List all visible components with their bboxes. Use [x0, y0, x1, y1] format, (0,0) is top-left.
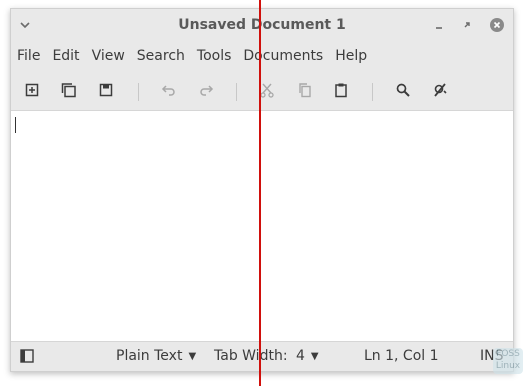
red-vertical-line: [259, 0, 261, 386]
replace-icon[interactable]: [429, 79, 451, 101]
menu-view[interactable]: View: [86, 46, 131, 66]
save-icon[interactable]: [95, 79, 117, 101]
copy-icon[interactable]: [294, 79, 316, 101]
menu-edit[interactable]: Edit: [46, 46, 85, 66]
chevron-down-icon: ▼: [310, 351, 319, 362]
menu-help[interactable]: Help: [329, 46, 373, 66]
toolbar: [11, 71, 513, 109]
open-icon[interactable]: [58, 79, 80, 101]
text-editor-area[interactable]: [11, 110, 513, 342]
menu-documents[interactable]: Documents: [237, 46, 329, 66]
text-cursor: [15, 117, 16, 133]
redo-icon[interactable]: [195, 79, 217, 101]
toolbar-separator: [236, 83, 237, 101]
menu-tools[interactable]: Tools: [191, 46, 238, 66]
tab-width-label: Tab Width:: [214, 348, 288, 364]
search-icon[interactable]: [392, 79, 414, 101]
maximize-icon[interactable]: [457, 15, 477, 35]
sidebar-toggle-icon[interactable]: [17, 346, 37, 366]
minimize-icon[interactable]: [429, 15, 449, 35]
cursor-position: Ln 1, Col 1: [364, 348, 439, 364]
menu-search[interactable]: Search: [131, 46, 191, 66]
title-bar[interactable]: Unsaved Document 1: [11, 9, 513, 43]
toolbar-separator: [372, 83, 373, 101]
new-document-icon[interactable]: [21, 79, 43, 101]
status-bar: Plain Text ▼ Tab Width: 4 ▼ Ln 1, Col 1 IN…: [11, 342, 513, 371]
close-icon[interactable]: [487, 15, 507, 35]
watermark-logo: FOSS Linux: [493, 348, 523, 374]
toolbar-separator: [138, 83, 139, 101]
text-editor-window: Unsaved Document 1 File Edit View Search…: [10, 8, 514, 372]
undo-icon[interactable]: [158, 79, 180, 101]
tab-width-selector[interactable]: Tab Width: 4 ▼: [214, 348, 319, 365]
chevron-down-icon: ▼: [188, 351, 197, 362]
language-label: Plain Text: [116, 348, 183, 364]
tab-width-value: 4: [296, 348, 305, 364]
watermark-line1: FOSS: [496, 349, 520, 359]
menu-bar: File Edit View Search Tools Documents He…: [11, 43, 513, 69]
watermark-line2: Linux: [495, 361, 521, 371]
paste-icon[interactable]: [330, 79, 352, 101]
menu-file[interactable]: File: [11, 46, 46, 66]
language-selector[interactable]: Plain Text ▼: [116, 348, 196, 365]
